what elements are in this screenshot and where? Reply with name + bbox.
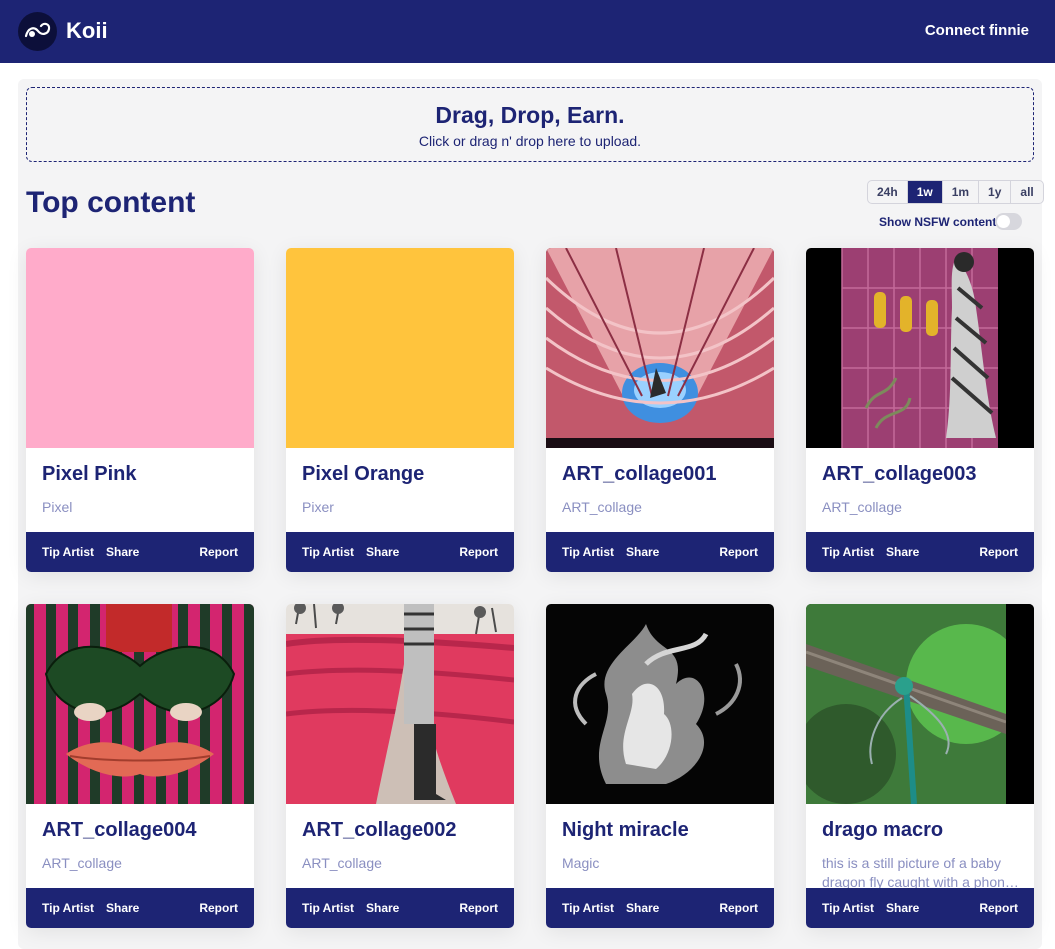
content-card[interactable]: Pixel Pink Pixel Tip Artist Share Report <box>26 248 254 572</box>
share-button[interactable]: Share <box>106 901 139 915</box>
content-card[interactable]: drago macro this is a still picture of a… <box>806 604 1034 928</box>
card-image[interactable] <box>286 604 514 804</box>
card-subtitle: Pixer <box>302 499 334 515</box>
content-card[interactable]: ART_collage001 ART_collage Tip Artist Sh… <box>546 248 774 572</box>
card-action-bar: Tip Artist Share Report <box>286 888 514 928</box>
share-button[interactable]: Share <box>886 901 919 915</box>
share-button[interactable]: Share <box>626 545 659 559</box>
report-button[interactable]: Report <box>979 545 1018 559</box>
share-button[interactable]: Share <box>626 901 659 915</box>
card-subtitle: Pixel <box>42 499 73 515</box>
content-card[interactable]: Pixel Orange Pixer Tip Artist Share Repo… <box>286 248 514 572</box>
report-button[interactable]: Report <box>199 545 238 559</box>
range-1y-button[interactable]: 1y <box>979 181 1012 203</box>
report-button[interactable]: Report <box>459 545 498 559</box>
tip-artist-button[interactable]: Tip Artist <box>42 901 94 915</box>
top-content-heading: Top content <box>26 186 196 219</box>
card-subtitle: this is a still picture of a baby dragon… <box>822 855 1013 890</box>
report-button[interactable]: Report <box>979 901 1018 915</box>
share-button[interactable]: Share <box>366 901 399 915</box>
report-button[interactable]: Report <box>199 901 238 915</box>
share-button[interactable]: Share <box>366 545 399 559</box>
card-image[interactable] <box>26 248 254 448</box>
card-subtitle: ART_collage <box>562 499 642 515</box>
range-1w-button[interactable]: 1w <box>907 181 943 203</box>
tip-artist-button[interactable]: Tip Artist <box>302 901 354 915</box>
card-action-bar: Tip Artist Share Report <box>546 532 774 572</box>
content-card[interactable]: Night miracle Magic Tip Artist Share Rep… <box>546 604 774 928</box>
nsfw-toggle-label: Show NSFW content <box>879 215 997 229</box>
card-subtitle: ART_collage <box>822 499 902 515</box>
card-title[interactable]: Pixel Pink <box>42 463 137 486</box>
card-image[interactable] <box>546 248 774 448</box>
nsfw-toggle-knob <box>997 215 1010 228</box>
tip-artist-button[interactable]: Tip Artist <box>302 545 354 559</box>
card-title[interactable]: Night miracle <box>562 819 689 842</box>
upload-subtitle: Click or drag n' drop here to upload. <box>418 133 642 149</box>
tip-artist-button[interactable]: Tip Artist <box>562 545 614 559</box>
card-action-bar: Tip Artist Share Report <box>286 532 514 572</box>
tip-artist-button[interactable]: Tip Artist <box>42 545 94 559</box>
report-button[interactable]: Report <box>719 901 758 915</box>
card-image[interactable] <box>286 248 514 448</box>
upload-dropzone[interactable]: Drag, Drop, Earn. Click or drag n' drop … <box>26 87 1034 162</box>
content-card[interactable]: ART_collage002 ART_collage Tip Artist Sh… <box>286 604 514 928</box>
card-image[interactable] <box>806 248 1034 448</box>
card-action-bar: Tip Artist Share Report <box>26 532 254 572</box>
tip-artist-button[interactable]: Tip Artist <box>822 901 874 915</box>
card-title[interactable]: ART_collage003 <box>822 463 977 486</box>
card-title[interactable]: drago macro <box>822 819 943 842</box>
card-title[interactable]: Pixel Orange <box>302 463 424 486</box>
share-button[interactable]: Share <box>886 545 919 559</box>
card-image[interactable] <box>806 604 1034 804</box>
koii-logo-icon[interactable] <box>18 12 57 51</box>
report-button[interactable]: Report <box>719 545 758 559</box>
range-24h-button[interactable]: 24h <box>868 181 908 203</box>
range-all-button[interactable]: all <box>1011 181 1042 203</box>
upload-title: Drag, Drop, Earn. <box>435 102 625 128</box>
card-action-bar: Tip Artist Share Report <box>546 888 774 928</box>
card-action-bar: Tip Artist Share Report <box>806 888 1034 928</box>
top-navbar: Koii Connect finnie <box>0 0 1055 63</box>
card-image[interactable] <box>546 604 774 804</box>
card-title[interactable]: ART_collage002 <box>302 819 457 842</box>
brand-name[interactable]: Koii <box>66 18 108 44</box>
card-action-bar: Tip Artist Share Report <box>26 888 254 928</box>
share-button[interactable]: Share <box>106 545 139 559</box>
time-range-selector: 24h 1w 1m 1y all <box>867 180 1044 204</box>
tip-artist-button[interactable]: Tip Artist <box>562 901 614 915</box>
card-subtitle: Magic <box>562 855 600 871</box>
range-1m-button[interactable]: 1m <box>943 181 980 203</box>
card-title[interactable]: ART_collage004 <box>42 819 197 842</box>
nsfw-toggle[interactable] <box>995 213 1022 230</box>
card-image[interactable] <box>26 604 254 804</box>
card-action-bar: Tip Artist Share Report <box>806 532 1034 572</box>
connect-finnie-button[interactable]: Connect finnie <box>925 22 1029 39</box>
card-subtitle: ART_collage <box>42 855 122 871</box>
report-button[interactable]: Report <box>459 901 498 915</box>
content-card[interactable]: ART_collage004 ART_collage Tip Artist Sh… <box>26 604 254 928</box>
card-title[interactable]: ART_collage001 <box>562 463 717 486</box>
card-subtitle: ART_collage <box>302 855 382 871</box>
content-card[interactable]: ART_collage003 ART_collage Tip Artist Sh… <box>806 248 1034 572</box>
tip-artist-button[interactable]: Tip Artist <box>822 545 874 559</box>
